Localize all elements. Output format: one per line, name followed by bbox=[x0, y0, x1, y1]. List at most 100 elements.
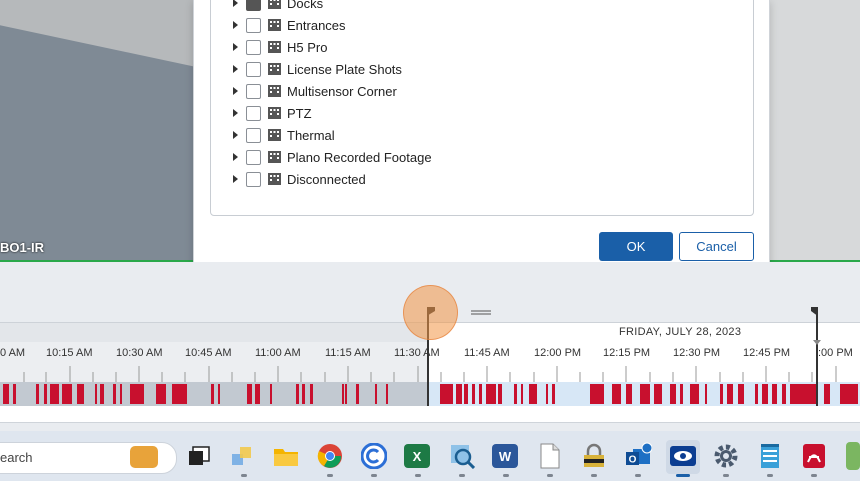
tick-marks bbox=[23, 366, 837, 382]
checkbox[interactable] bbox=[246, 83, 261, 99]
taskbar-running-indicator bbox=[415, 474, 421, 477]
tree-item[interactable]: Entrances bbox=[211, 14, 346, 36]
taskbar-active-indicator bbox=[676, 474, 690, 477]
browser-icon[interactable] bbox=[360, 442, 388, 470]
tree-item-label: H5 Pro bbox=[287, 39, 328, 55]
end-marker-arrow-icon bbox=[813, 340, 821, 345]
building-icon bbox=[268, 129, 281, 141]
taskbar-running-indicator bbox=[327, 474, 333, 477]
tree-item-label: Entrances bbox=[287, 17, 346, 33]
building-icon bbox=[268, 173, 281, 185]
camera-tree: Docks Entrances H5 Pro License Plate Sho… bbox=[210, 0, 754, 216]
checkbox[interactable] bbox=[246, 105, 261, 121]
tree-item[interactable]: PTZ bbox=[211, 102, 312, 124]
checkbox[interactable] bbox=[246, 61, 261, 77]
tree-item[interactable]: Multisensor Corner bbox=[211, 80, 397, 102]
taskbar-running-indicator bbox=[591, 474, 597, 477]
timeline-footer bbox=[0, 406, 860, 423]
checkbox[interactable] bbox=[246, 17, 261, 33]
taskbar-running-indicator bbox=[547, 474, 553, 477]
ok-button[interactable]: OK bbox=[599, 232, 673, 261]
tree-item[interactable]: H5 Pro bbox=[211, 36, 327, 58]
tick-label: 0 AM bbox=[0, 347, 26, 359]
tree-item[interactable]: Disconnected bbox=[211, 168, 366, 190]
briefcase-icon[interactable] bbox=[130, 446, 158, 468]
tree-item[interactable]: License Plate Shots bbox=[211, 58, 402, 80]
excel-icon[interactable]: X bbox=[404, 444, 430, 468]
checkbox[interactable] bbox=[246, 0, 261, 11]
file-explorer-icon[interactable] bbox=[272, 442, 300, 470]
pdf-icon[interactable] bbox=[800, 442, 828, 470]
document-icon[interactable] bbox=[536, 442, 564, 470]
green-app-icon[interactable] bbox=[846, 442, 860, 470]
checkbox[interactable] bbox=[246, 39, 261, 55]
tree-item-label: Disconnected bbox=[287, 171, 366, 187]
tick-label: 12:45 PM bbox=[743, 347, 791, 359]
building-icon bbox=[268, 151, 281, 163]
tick-label: 11:15 AM bbox=[325, 347, 371, 359]
tick-label: 12:00 PM bbox=[534, 347, 582, 359]
click-highlight bbox=[403, 285, 458, 340]
timeline-header-past bbox=[0, 322, 428, 343]
building-icon bbox=[268, 107, 281, 119]
cancel-button[interactable]: Cancel bbox=[679, 232, 754, 261]
taskbar-running-indicator bbox=[723, 474, 729, 477]
tick-label: 10:15 AM bbox=[46, 347, 93, 359]
tree-item-label: Thermal bbox=[287, 127, 335, 143]
end-marker-flag-icon[interactable] bbox=[810, 307, 819, 317]
tick-label: :00 PM bbox=[818, 347, 853, 359]
expand-icon[interactable] bbox=[233, 21, 238, 29]
taskbar-running-indicator bbox=[459, 474, 465, 477]
resize-grip-icon[interactable] bbox=[471, 309, 491, 317]
building-icon bbox=[268, 63, 281, 75]
camera-client-icon[interactable] bbox=[666, 440, 700, 474]
tick-label: 11:45 AM bbox=[464, 347, 510, 359]
taskbar-running-indicator bbox=[371, 474, 377, 477]
tick-label: 10:30 AM bbox=[116, 347, 163, 359]
notepad-icon[interactable] bbox=[756, 442, 784, 470]
expand-icon[interactable] bbox=[233, 43, 238, 51]
tree-item-label: PTZ bbox=[287, 105, 312, 121]
end-marker-line[interactable] bbox=[816, 310, 818, 406]
tick-label: 11:30 AM bbox=[394, 347, 440, 359]
taskbar-running-indicator bbox=[767, 474, 773, 477]
expand-icon[interactable] bbox=[233, 175, 238, 183]
lock-app-icon[interactable] bbox=[580, 442, 608, 470]
settings-icon[interactable] bbox=[712, 442, 740, 470]
building-icon bbox=[268, 41, 281, 53]
expand-icon[interactable] bbox=[233, 153, 238, 161]
taskbar-search-text: earch bbox=[0, 450, 33, 465]
camera-scene-pavement bbox=[760, 0, 860, 262]
tree-item-label: Docks bbox=[287, 0, 324, 11]
expand-icon[interactable] bbox=[233, 0, 238, 7]
building-icon bbox=[268, 0, 281, 9]
tree-item-label: License Plate Shots bbox=[287, 61, 402, 77]
outlook-icon[interactable]: O bbox=[624, 442, 652, 470]
tree-item-label: Plano Recorded Footage bbox=[287, 149, 432, 165]
building-icon bbox=[268, 19, 281, 31]
tick-label: 11:00 AM bbox=[255, 347, 301, 359]
tree-item[interactable]: Docks bbox=[211, 0, 323, 14]
widgets-icon[interactable] bbox=[228, 442, 256, 470]
word-icon[interactable]: W bbox=[492, 444, 518, 468]
checkbox[interactable] bbox=[246, 149, 261, 165]
expand-icon[interactable] bbox=[233, 109, 238, 117]
taskbar-running-indicator bbox=[241, 474, 247, 477]
svg-text:O: O bbox=[629, 455, 637, 466]
tick-label: 12:15 PM bbox=[603, 347, 651, 359]
taskbar-running-indicator bbox=[635, 474, 641, 477]
expand-icon[interactable] bbox=[233, 87, 238, 95]
checkbox[interactable] bbox=[246, 127, 261, 143]
timeline-date-label: FRIDAY, JULY 28, 2023 bbox=[619, 326, 742, 338]
chrome-icon[interactable] bbox=[316, 442, 344, 470]
recording-segments bbox=[3, 384, 858, 404]
checkbox[interactable] bbox=[246, 171, 261, 187]
tree-item[interactable]: Plano Recorded Footage bbox=[211, 146, 432, 168]
search-tool-icon[interactable] bbox=[448, 442, 476, 470]
tick-label: 12:30 PM bbox=[673, 347, 721, 359]
expand-icon[interactable] bbox=[233, 131, 238, 139]
tree-item-label: Multisensor Corner bbox=[287, 83, 397, 99]
task-view-icon[interactable] bbox=[185, 442, 213, 470]
expand-icon[interactable] bbox=[233, 65, 238, 73]
tree-item[interactable]: Thermal bbox=[211, 124, 335, 146]
